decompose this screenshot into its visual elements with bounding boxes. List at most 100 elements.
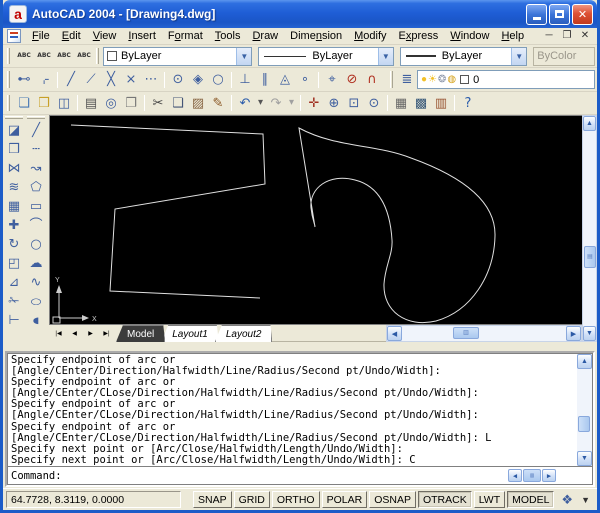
title-bar[interactable]: a AutoCAD 2004 - [Drawing4.dwg] ✕ bbox=[3, 0, 597, 28]
scroll-right-icon[interactable]: ▶ bbox=[566, 326, 581, 341]
swirl-polyline-shape[interactable] bbox=[298, 127, 496, 323]
vertical-scroll-thumb[interactable]: ▤ bbox=[584, 246, 596, 268]
tab-first-button[interactable]: |◀ bbox=[51, 327, 66, 340]
erase-button[interactable]: ◪ bbox=[4, 121, 24, 140]
save-button[interactable]: ◫ bbox=[54, 93, 74, 113]
communication-center-icon[interactable]: ❖ bbox=[561, 492, 573, 508]
pan-realtime-button[interactable]: ✛ bbox=[304, 93, 324, 113]
snap-quadrant-button[interactable]: ◈ bbox=[188, 70, 208, 90]
menu-view[interactable]: View bbox=[87, 29, 123, 43]
toggle-ortho[interactable]: ORTHO bbox=[271, 491, 320, 508]
toggle-lwt[interactable]: LWT bbox=[473, 491, 506, 508]
menu-window[interactable]: Window bbox=[444, 29, 495, 43]
command-horizontal-scrollbar[interactable]: ◀ ▥ ▶ bbox=[508, 469, 556, 482]
snap-insert-button[interactable]: ◬ bbox=[275, 70, 295, 90]
menu-format[interactable]: Format bbox=[162, 29, 209, 43]
polyline-shape[interactable] bbox=[70, 124, 266, 299]
drawing-icon[interactable] bbox=[7, 29, 21, 43]
multiline-text-button[interactable]: ABC bbox=[14, 46, 34, 66]
snap-intersection-button[interactable]: ╳ bbox=[101, 70, 121, 90]
ellipse-arc-button[interactable]: ◖ bbox=[26, 311, 46, 330]
scroll-down-icon[interactable]: ▼ bbox=[583, 326, 596, 341]
line-button[interactable]: ╱ bbox=[26, 121, 46, 140]
snap-from-button[interactable]: ⌌ bbox=[34, 70, 54, 90]
menu-draw[interactable]: Draw bbox=[246, 29, 284, 43]
chevron-down-icon[interactable]: ▼ bbox=[511, 47, 527, 65]
scroll-up-icon[interactable]: ▲ bbox=[583, 116, 596, 131]
designcenter-button[interactable]: ▩ bbox=[411, 93, 431, 113]
scroll-left-icon[interactable]: ◀ bbox=[508, 469, 522, 482]
paste-button[interactable]: ▨ bbox=[188, 93, 208, 113]
toggle-otrack[interactable]: OTRACK bbox=[417, 491, 472, 508]
copy-object-button[interactable]: ❒ bbox=[4, 140, 24, 159]
layer-manager-button[interactable]: ≣ bbox=[397, 70, 417, 90]
toggle-osnap[interactable]: OSNAP bbox=[369, 491, 416, 508]
layer-plot-icon[interactable]: ❂ bbox=[438, 74, 446, 85]
toolbar-grip[interactable] bbox=[7, 48, 10, 64]
close-button[interactable]: ✕ bbox=[572, 3, 593, 25]
text-mask-button[interactable]: ABC bbox=[54, 46, 74, 66]
vertical-scrollbar[interactable]: ▲ ▤ ▼ bbox=[582, 115, 597, 342]
toolbar-grip[interactable] bbox=[5, 116, 23, 119]
scroll-right-icon[interactable]: ▶ bbox=[542, 469, 556, 482]
stretch-button[interactable]: ⊿ bbox=[4, 273, 24, 292]
toggle-polar[interactable]: POLAR bbox=[321, 491, 368, 508]
properties-button[interactable]: ▦ bbox=[391, 93, 411, 113]
child-minimize-button[interactable]: ─ bbox=[541, 29, 557, 43]
menu-modify[interactable]: Modify bbox=[348, 29, 392, 43]
drawing-canvas[interactable]: Y X bbox=[49, 115, 582, 325]
command-window-splitter[interactable] bbox=[3, 342, 597, 351]
toggle-snap[interactable]: SNAP bbox=[193, 491, 232, 508]
tab-prev-button[interactable]: ◀ bbox=[67, 327, 82, 340]
redo-button[interactable]: ↷ bbox=[266, 93, 286, 113]
child-restore-button[interactable]: ❐ bbox=[559, 29, 575, 43]
toolbar-grip[interactable] bbox=[96, 48, 99, 64]
lineweight-control[interactable]: ByLayer ▼ bbox=[399, 46, 528, 66]
snap-parallel-button[interactable]: ∥ bbox=[255, 70, 275, 90]
redo-list-button[interactable]: ▾ bbox=[286, 93, 297, 113]
match-properties-button[interactable]: ✎ bbox=[208, 93, 228, 113]
snap-extension-button[interactable]: ⋯ bbox=[141, 70, 161, 90]
horizontal-scrollbar[interactable]: ◀ ▥ ▶ bbox=[386, 325, 582, 342]
command-scroll-thumb[interactable] bbox=[578, 416, 590, 432]
zoom-realtime-button[interactable]: ⊕ bbox=[324, 93, 344, 113]
menu-file[interactable]: File bbox=[26, 29, 56, 43]
snap-center-button[interactable]: ⊙ bbox=[168, 70, 188, 90]
maximize-button[interactable] bbox=[549, 3, 570, 25]
undo-list-button[interactable]: ▾ bbox=[255, 93, 266, 113]
extend-button[interactable]: ⊢ bbox=[4, 311, 24, 330]
publish-button[interactable]: ❐ bbox=[121, 93, 141, 113]
spline-button[interactable]: ∿ bbox=[26, 273, 46, 292]
toolbar-grip[interactable] bbox=[7, 71, 10, 88]
scroll-up-icon[interactable]: ▲ bbox=[577, 354, 592, 369]
snap-apparent-intersection-button[interactable]: ⨯ bbox=[121, 70, 141, 90]
offset-button[interactable]: ≋ bbox=[4, 178, 24, 197]
temporary-tracking-button[interactable]: ⊷ bbox=[14, 70, 34, 90]
trim-button[interactable]: ✁ bbox=[4, 292, 24, 311]
command-history[interactable]: Specify endpoint of arc or [Angle/CEnter/… bbox=[7, 353, 593, 467]
qnew-button[interactable]: ❏ bbox=[14, 93, 34, 113]
chevron-down-icon[interactable]: ▼ bbox=[377, 47, 393, 65]
menu-express[interactable]: Express bbox=[393, 29, 445, 43]
coordinate-readout[interactable]: 64.7728, 8.3119, 0.0000 bbox=[6, 491, 181, 508]
polyline-button[interactable]: ↝ bbox=[26, 159, 46, 178]
snap-node-button[interactable]: ∘ bbox=[295, 70, 315, 90]
ellipse-button[interactable]: ○ bbox=[26, 292, 46, 311]
tool-palettes-button[interactable]: ▥ bbox=[431, 93, 451, 113]
snap-midpoint-button[interactable]: ⟋ bbox=[81, 70, 101, 90]
tab-layout2[interactable]: Layout2 bbox=[215, 325, 273, 342]
revision-cloud-button[interactable]: ☁ bbox=[26, 254, 46, 273]
menu-tools[interactable]: Tools bbox=[209, 29, 247, 43]
plot-preview-button[interactable]: ◎ bbox=[101, 93, 121, 113]
help-button[interactable]: ? bbox=[458, 93, 478, 113]
layer-on-icon[interactable]: ● bbox=[421, 74, 427, 85]
scroll-down-icon[interactable]: ▼ bbox=[577, 451, 592, 466]
zoom-window-button[interactable]: ⊡ bbox=[344, 93, 364, 113]
array-button[interactable]: ▦ bbox=[4, 197, 24, 216]
move-button[interactable]: ✚ bbox=[4, 216, 24, 235]
osnap-settings-button[interactable]: ∩ bbox=[362, 70, 382, 90]
menu-dimension[interactable]: Dimension bbox=[284, 29, 348, 43]
menu-edit[interactable]: Edit bbox=[56, 29, 87, 43]
menu-insert[interactable]: Insert bbox=[122, 29, 162, 43]
toolbar-grip[interactable] bbox=[7, 95, 10, 111]
